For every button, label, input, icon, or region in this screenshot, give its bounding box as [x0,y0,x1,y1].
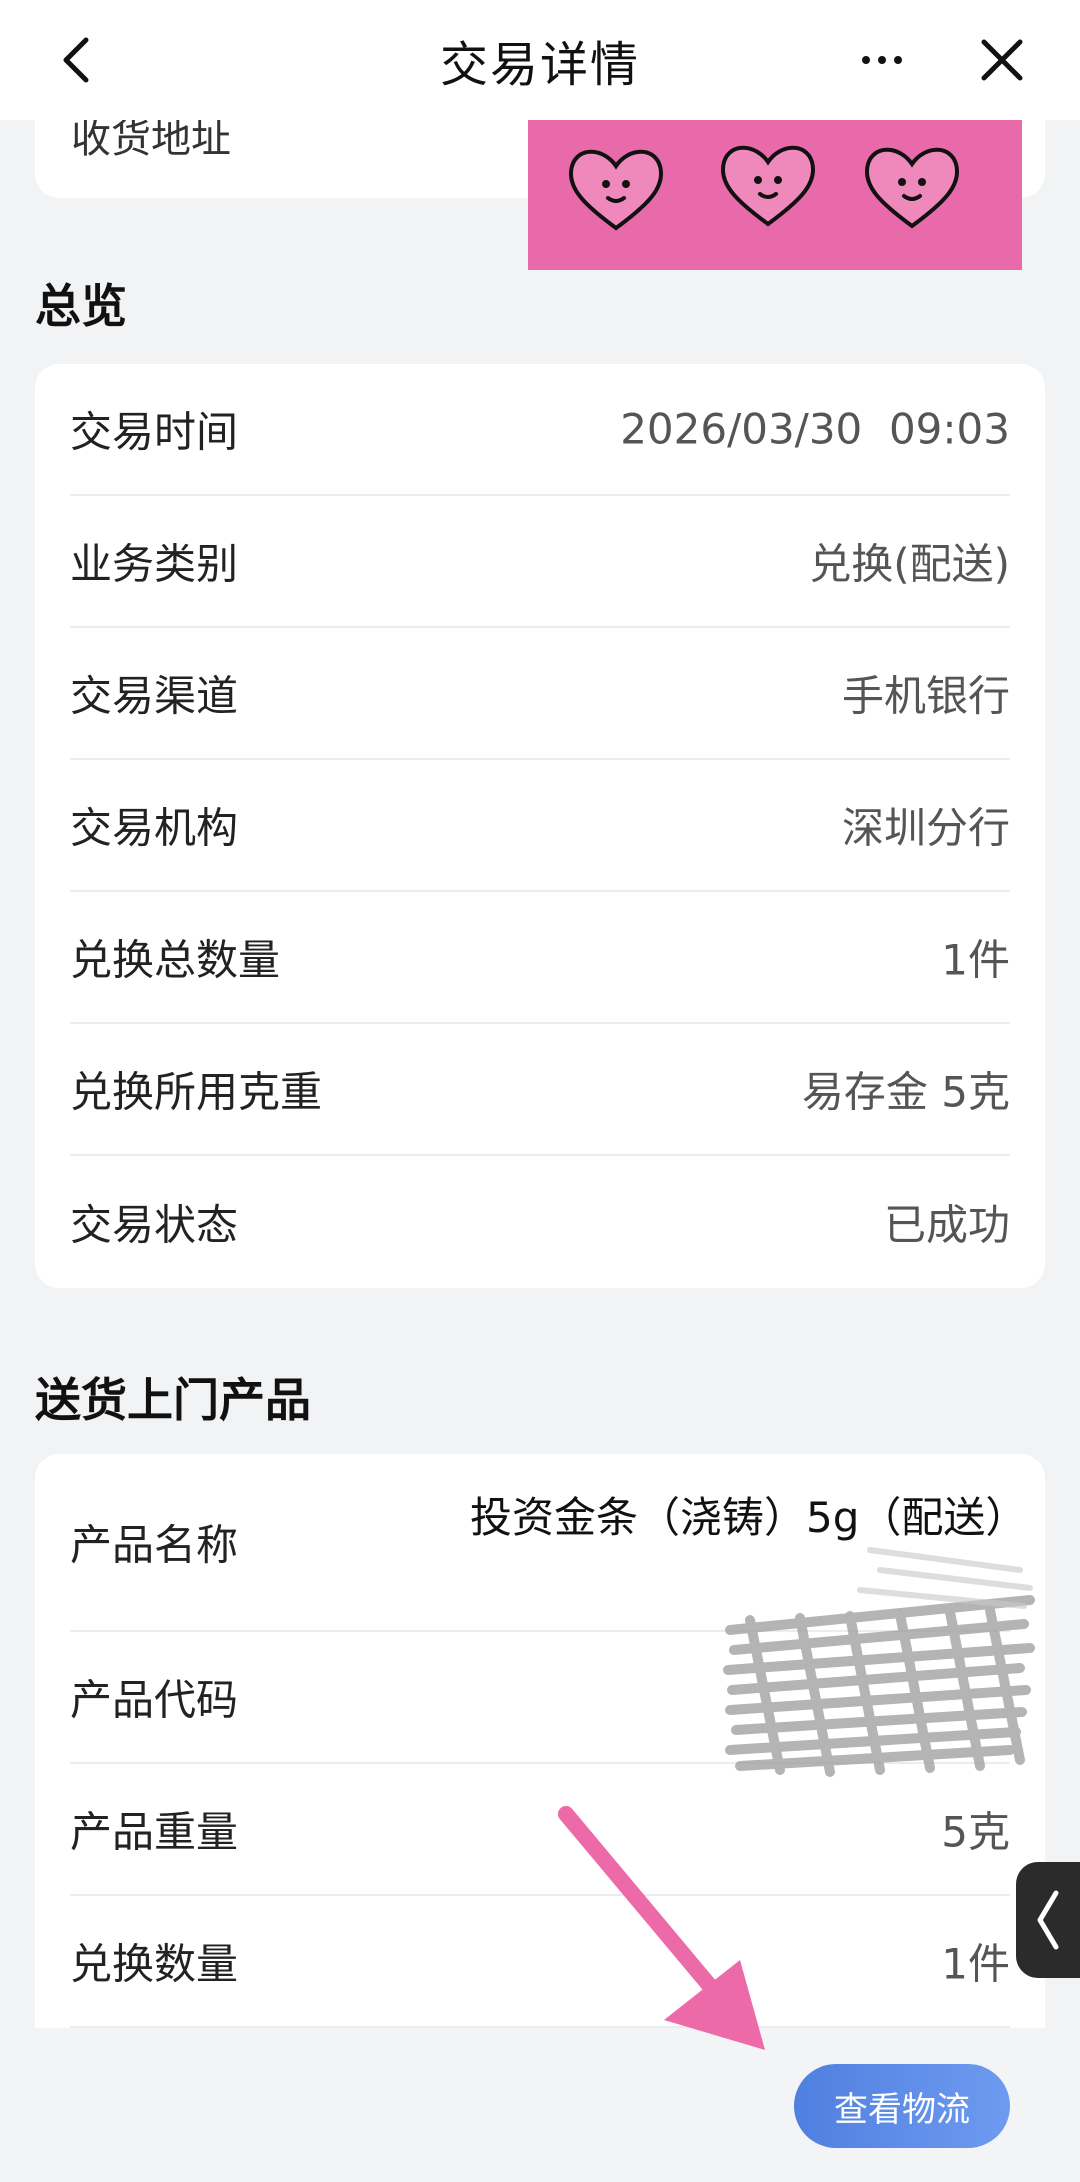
back-icon[interactable] [48,30,108,90]
row-value: 兑换(配送) [809,539,1010,589]
row-label: 兑换数量 [70,1939,239,1989]
row-label: 兑换总数量 [70,935,281,985]
row-label: 交易机构 [70,803,239,853]
heart-sticker [528,108,1022,270]
overview-card: 交易时间 2026/03/30 09:03 业务类别 兑换(配送) 交易渠道 手… [35,364,1045,1288]
side-collapse-tab[interactable] [1016,1862,1080,1978]
overview-row: 交易机构 深圳分行 [70,760,1010,892]
row-value: 易存金 5克 [801,1067,1010,1117]
row-value: 手机银行 [841,671,1010,721]
row-label: 交易状态 [70,1200,239,1250]
product-name-value: 投资金条（浇铸）5g（配送） [470,1493,1028,1542]
row-value: 1件 [941,1939,1010,1989]
overview-row: 兑换所用克重 易存金 5克 [70,1024,1010,1156]
products-section-title: 送货上门产品 [35,1373,311,1427]
top-nav-bar: 交易详情 [0,0,1080,120]
row-value: 已成功 [883,1200,1010,1250]
row-value: 2026/03/30 09:03 [620,404,1010,454]
row-label: 兑换所用克重 [70,1067,323,1117]
overview-row: 兑换总数量 1件 [70,892,1010,1024]
close-icon[interactable] [972,30,1032,90]
row-value: 1件 [941,935,1010,985]
overview-row: 交易渠道 手机银行 [70,628,1010,760]
overview-section-title: 总览 [35,279,127,333]
row-label: 业务类别 [70,539,239,589]
row-label: 交易渠道 [70,671,239,721]
redaction-scribble [720,1540,1040,1790]
row-label: 产品名称 [70,1520,239,1570]
more-icon[interactable] [852,30,912,90]
row-value: 深圳分行 [841,803,1010,853]
heart-face-icon [568,149,664,231]
row-label: 产品代码 [70,1675,239,1725]
overview-row: 业务类别 兑换(配送) [70,496,1010,628]
overview-row: 交易状态 已成功 [70,1156,1010,1288]
heart-face-icon [864,147,960,229]
heart-face-icon [720,145,816,227]
view-logistics-button[interactable]: 查看物流 [794,2064,1010,2148]
row-label: 产品重量 [70,1807,239,1857]
arrow-annotation-icon [540,1800,780,2060]
overview-row: 交易时间 2026/03/30 09:03 [70,364,1010,496]
chevron-left-icon [1037,1890,1059,1950]
row-value: 5克 [941,1807,1010,1857]
page-title: 交易详情 [439,37,640,93]
row-label: 交易时间 [70,407,239,457]
